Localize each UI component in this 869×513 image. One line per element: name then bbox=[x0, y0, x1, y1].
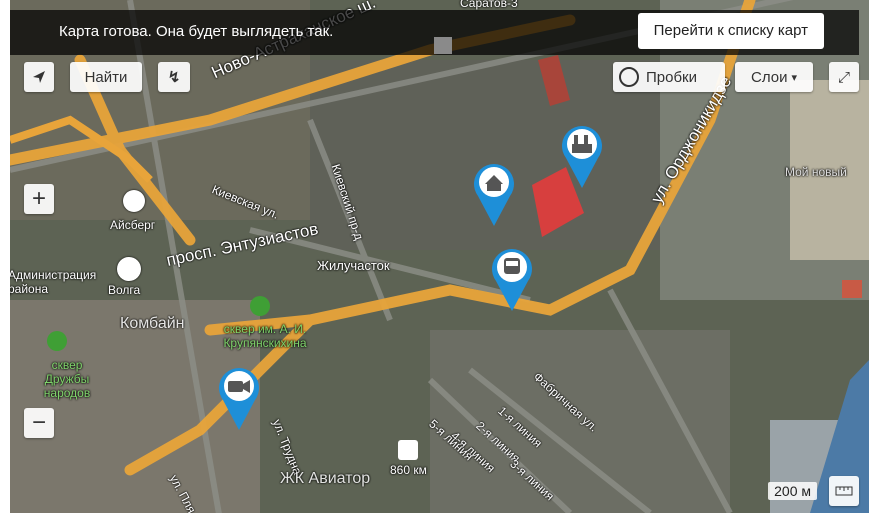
locate-icon[interactable] bbox=[24, 62, 54, 92]
camera-icon[interactable] bbox=[215, 362, 263, 432]
train-station-icon[interactable] bbox=[398, 440, 418, 460]
poi-label: Айсберг bbox=[110, 218, 156, 232]
train-icon[interactable] bbox=[488, 243, 536, 313]
scale-bar: 200 м bbox=[768, 482, 817, 500]
chevron-down-icon: ▾ bbox=[791, 71, 797, 84]
complex-label: ЖК Авиатор bbox=[280, 470, 371, 487]
go-to-map-list-button[interactable]: Перейти к списку карт bbox=[637, 13, 824, 49]
layers-label: Слои bbox=[750, 68, 788, 86]
zoom-slider[interactable] bbox=[33, 222, 45, 402]
zoom-out-button[interactable]: − bbox=[24, 408, 54, 438]
place-label: Саратов-3 bbox=[460, 0, 518, 10]
park-label: сквер им. А. И. Крупянскихина bbox=[223, 322, 307, 350]
district-label: Жилучасток bbox=[317, 258, 390, 273]
layers-button[interactable]: Слои ▾ bbox=[735, 62, 813, 92]
poi-label: Комбайн bbox=[120, 315, 185, 332]
station-label: 860 км bbox=[390, 463, 427, 477]
route-icon[interactable]: ↯ bbox=[158, 62, 190, 92]
zoom-in-button[interactable]: + bbox=[24, 184, 54, 214]
banner-message: Карта готова. Она будет выглядеть так. bbox=[59, 23, 334, 40]
find-button[interactable]: Найти bbox=[70, 62, 142, 92]
poi-label: Мой новый bbox=[785, 165, 847, 179]
park-icon[interactable] bbox=[250, 296, 270, 316]
fullscreen-icon[interactable]: ⤢ bbox=[829, 62, 859, 92]
house-icon[interactable] bbox=[470, 158, 518, 228]
poi-label: Волга bbox=[108, 283, 141, 297]
shop-icon[interactable] bbox=[123, 190, 145, 212]
park-icon[interactable] bbox=[47, 331, 67, 351]
traffic-label: Пробки bbox=[646, 68, 697, 86]
scale-label: 200 м bbox=[774, 483, 811, 499]
theater-icon[interactable] bbox=[117, 257, 141, 281]
factory-icon[interactable] bbox=[558, 120, 606, 190]
traffic-icon bbox=[619, 67, 639, 87]
ruler-icon[interactable] bbox=[829, 476, 859, 506]
drag-handle[interactable] bbox=[434, 37, 452, 54]
traffic-button[interactable]: Пробки bbox=[613, 62, 725, 92]
